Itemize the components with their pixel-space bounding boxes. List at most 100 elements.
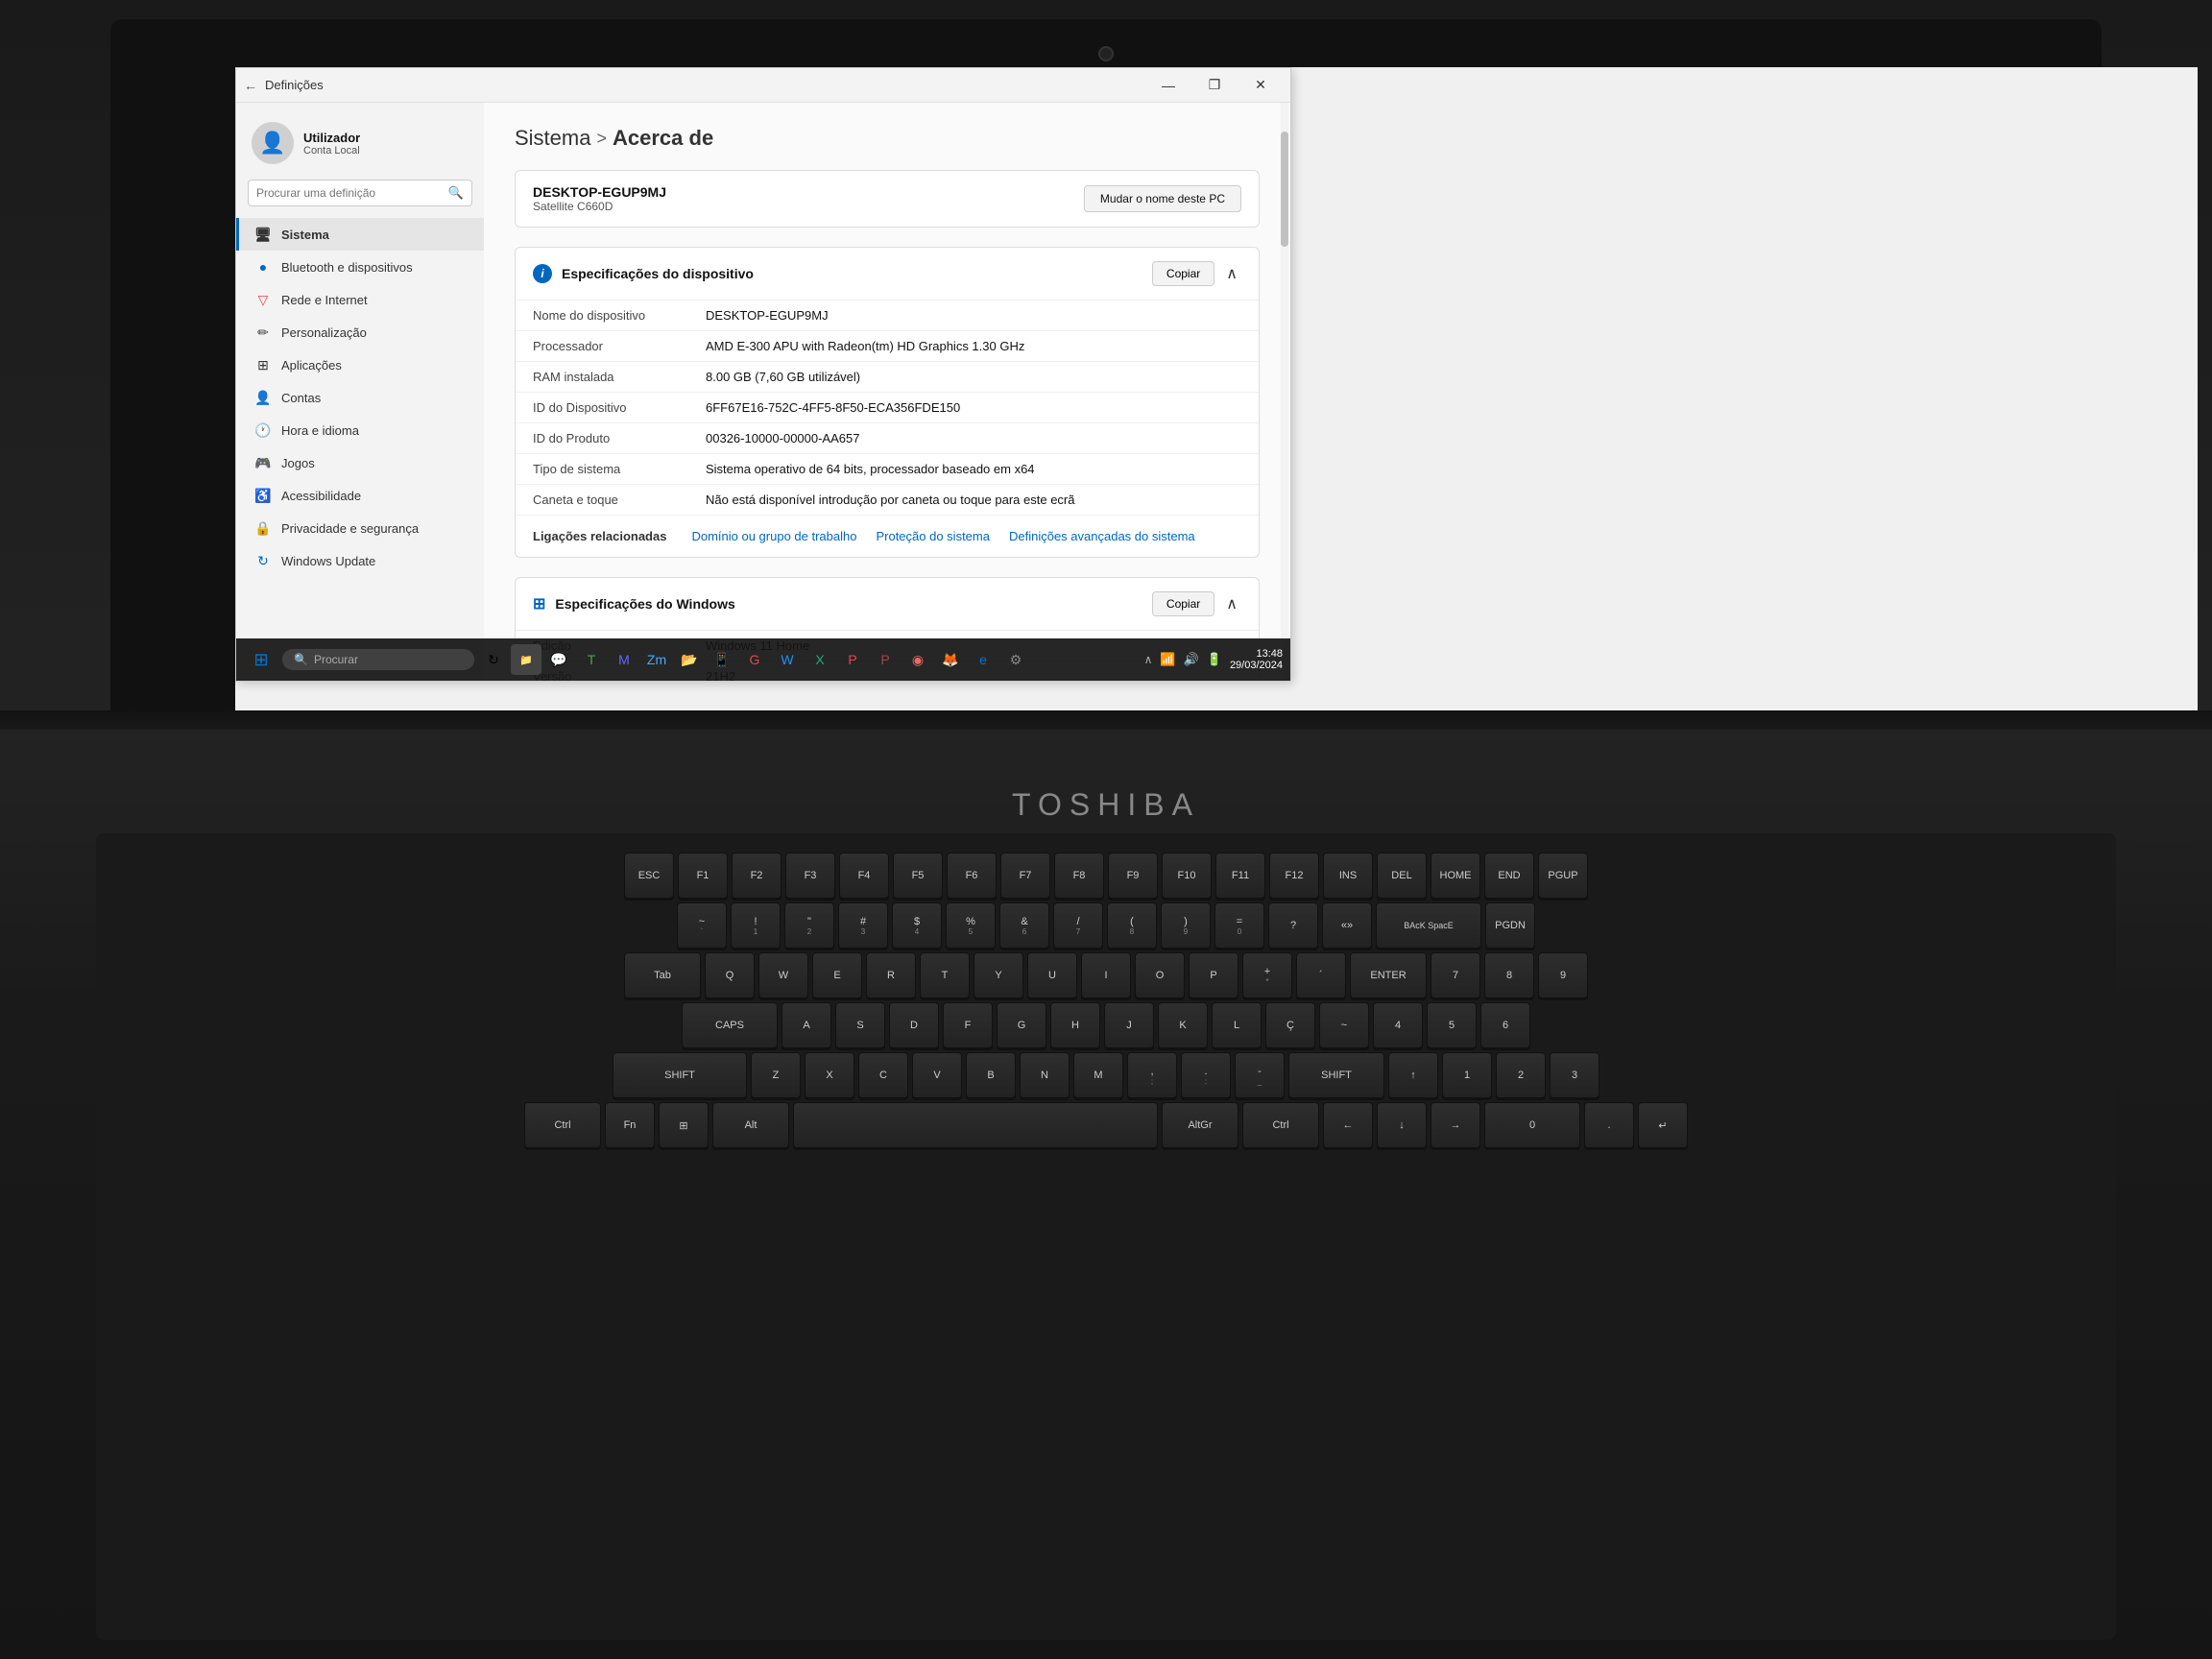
key-ccedilla[interactable]: Ç [1265,1002,1315,1048]
key-num-dot[interactable]: . [1584,1102,1634,1148]
key-o[interactable]: O [1135,952,1185,998]
key-right-arrow[interactable]: → [1431,1102,1480,1148]
related-link-domain[interactable]: Domínio ou grupo de trabalho [691,529,856,543]
taskbar-app-16[interactable]: e [968,644,998,675]
taskbar-app-3[interactable]: 💬 [543,644,574,675]
taskbar-app-8[interactable]: 📱 [707,644,737,675]
key-e[interactable]: E [812,952,862,998]
back-button[interactable]: ← [244,78,257,93]
search-box[interactable]: 🔍 [248,180,472,206]
key-num-8[interactable]: 8 [1484,952,1534,998]
key-f4[interactable]: F4 [839,853,889,899]
key-num-2[interactable]: 2 [1496,1052,1546,1098]
key-tab[interactable]: Tab [624,952,701,998]
sidebar-item-contas[interactable]: 👤 Contas [236,381,484,414]
key-x[interactable]: X [805,1052,854,1098]
sidebar-item-personalizacao[interactable]: ✏ Personalização [236,316,484,349]
key-p[interactable]: P [1189,952,1238,998]
key-lalt[interactable]: Alt [712,1102,789,1148]
key-h[interactable]: H [1050,1002,1100,1048]
key-altgr[interactable]: AltGr [1162,1102,1238,1148]
close-button[interactable]: ✕ [1238,68,1283,103]
taskbar-app-17[interactable]: ⚙ [1000,644,1031,675]
key-enter-top[interactable]: ENTER [1350,952,1427,998]
key-6[interactable]: &6 [999,902,1049,949]
key-f5[interactable]: F5 [893,853,943,899]
taskbar-app-6[interactable]: Zm [641,644,672,675]
key-f11[interactable]: F11 [1215,853,1265,899]
key-end[interactable]: END [1484,853,1534,899]
key-f8[interactable]: F8 [1054,853,1104,899]
key-esc[interactable]: ESC [624,853,674,899]
key-v[interactable]: V [912,1052,962,1098]
key-f3[interactable]: F3 [785,853,835,899]
sidebar-item-rede[interactable]: ▽ Rede e Internet [236,283,484,316]
backspace-key[interactable]: BAcK SpacE [1376,902,1481,949]
taskbar-app-10[interactable]: W [772,644,803,675]
key-num-1[interactable]: 1 [1442,1052,1492,1098]
key-n[interactable]: N [1020,1052,1070,1098]
taskbar-app-1[interactable]: ↻ [478,644,509,675]
key-num-5[interactable]: 5 [1427,1002,1477,1048]
key-caps[interactable]: CAPS [682,1002,778,1048]
key-question[interactable]: ? [1268,902,1318,949]
key-left-arrow[interactable]: ← [1323,1102,1373,1148]
key-5[interactable]: %5 [946,902,996,949]
sidebar-item-sistema[interactable]: 🖥 Sistema [236,218,484,251]
key-f[interactable]: F [943,1002,993,1048]
key-r[interactable]: R [866,952,916,998]
key-del[interactable]: DEL [1377,853,1427,899]
key-8[interactable]: (8 [1107,902,1157,949]
scrollbar-thumb[interactable] [1281,132,1288,247]
related-link-protection[interactable]: Proteção do sistema [876,529,990,543]
key-a[interactable]: A [781,1002,831,1048]
key-s[interactable]: S [835,1002,885,1048]
key-up-arrow[interactable]: ↑ [1388,1052,1438,1098]
taskbar-app-11[interactable]: X [805,644,835,675]
key-1[interactable]: !1 [731,902,781,949]
taskbar-search[interactable]: 🔍 Procurar [282,649,474,670]
taskbar-app-15[interactable]: 🦊 [935,644,966,675]
key-l[interactable]: L [1212,1002,1262,1048]
sidebar-item-hora[interactable]: 🕐 Hora e idioma [236,414,484,446]
collapse-windows-specs-button[interactable]: ∧ [1222,594,1241,613]
key-q[interactable]: Q [705,952,755,998]
key-fn[interactable]: Fn [605,1102,655,1148]
taskbar-app-7[interactable]: 📂 [674,644,705,675]
key-m[interactable]: M [1073,1052,1123,1098]
key-f12[interactable]: F12 [1269,853,1319,899]
sidebar-item-privacidade[interactable]: 🔒 Privacidade e segurança [236,512,484,544]
key-d[interactable]: D [889,1002,939,1048]
key-f10[interactable]: F10 [1162,853,1212,899]
key-9[interactable]: )9 [1161,902,1211,949]
taskbar-clock[interactable]: 13:48 29/03/2024 [1230,648,1283,671]
key-space[interactable] [793,1102,1158,1148]
key-f6[interactable]: F6 [947,853,997,899]
key-pgup[interactable]: PGUP [1538,853,1588,899]
sidebar-item-jogos[interactable]: 🎮 Jogos [236,446,484,479]
key-y[interactable]: Y [974,952,1023,998]
sidebar-item-aplicacoes[interactable]: ⊞ Aplicações [236,349,484,381]
key-acute[interactable]: ´ [1296,952,1346,998]
sidebar-item-update[interactable]: ↻ Windows Update [236,544,484,577]
key-win[interactable]: ⊞ [659,1102,709,1148]
key-comma[interactable]: ,; [1127,1052,1177,1098]
taskbar-app-14[interactable]: ◉ [902,644,933,675]
key-3[interactable]: #3 [838,902,888,949]
search-input[interactable] [256,186,443,200]
key-f2[interactable]: F2 [732,853,781,899]
maximize-button[interactable]: ❐ [1192,68,1237,103]
collapse-device-specs-button[interactable]: ∧ [1222,264,1241,283]
key-f9[interactable]: F9 [1108,853,1158,899]
key-4[interactable]: $4 [892,902,942,949]
key-f7[interactable]: F7 [1000,853,1050,899]
copy-windows-specs-button[interactable]: Copiar [1152,591,1214,616]
sidebar-item-acessibilidade[interactable]: ♿ Acessibilidade [236,479,484,512]
copy-device-specs-button[interactable]: Copiar [1152,261,1214,286]
key-down-arrow[interactable]: ↓ [1377,1102,1427,1148]
minimize-button[interactable]: — [1146,68,1190,103]
key-period[interactable]: .: [1181,1052,1231,1098]
key-z[interactable]: Z [751,1052,801,1098]
key-num-4[interactable]: 4 [1373,1002,1423,1048]
key-2[interactable]: "2 [784,902,834,949]
